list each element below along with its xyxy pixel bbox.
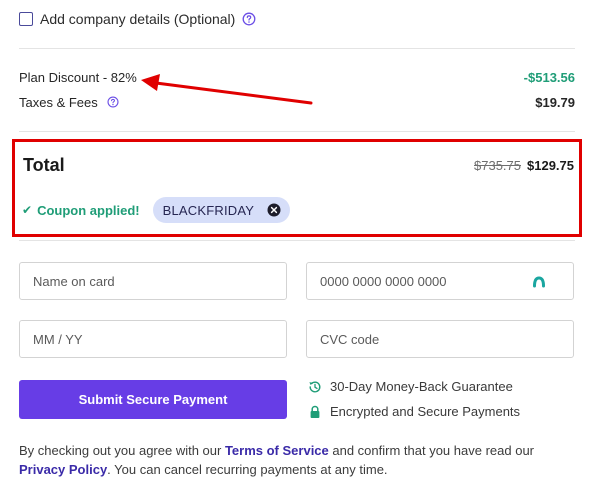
- taxes-row: Taxes & Fees $19.79: [19, 93, 575, 111]
- guarantee-money-back-text: 30-Day Money-Back Guarantee: [330, 379, 513, 394]
- cvc-field[interactable]: [306, 320, 574, 358]
- company-details-label[interactable]: Add company details (Optional): [40, 11, 235, 27]
- coupon-chip: BLACKFRIDAY: [152, 197, 291, 223]
- name-on-card-input[interactable]: [33, 273, 286, 289]
- legal-text: By checking out you agree with our Terms…: [19, 441, 575, 479]
- original-price: $735.75: [474, 158, 521, 173]
- privacy-policy-link[interactable]: Privacy Policy: [19, 462, 107, 477]
- final-price: $129.75: [527, 158, 574, 173]
- legal-suffix: . You can cancel recurring payments at a…: [107, 462, 388, 477]
- expiry-input[interactable]: [33, 331, 286, 347]
- cvc-input[interactable]: [320, 331, 573, 347]
- coupon-status: Coupon applied!: [37, 202, 140, 218]
- company-details-row[interactable]: Add company details (Optional): [19, 10, 256, 28]
- question-circle-icon[interactable]: [107, 96, 119, 108]
- total-annotation-box: Total $735.75 $129.75 ✔ Coupon applied! …: [12, 139, 582, 237]
- legal-middle: and confirm that you have read our: [328, 443, 534, 458]
- company-details-checkbox[interactable]: [19, 12, 33, 26]
- card-brand-icon: [533, 275, 545, 288]
- discount-amount: -$513.56: [523, 69, 575, 85]
- question-circle-icon[interactable]: [242, 12, 256, 26]
- total-label: Total: [23, 155, 65, 175]
- discount-row: Plan Discount - 82% -$513.56: [19, 68, 575, 86]
- divider-top: [19, 48, 575, 49]
- taxes-amount: $19.79: [535, 94, 575, 110]
- legal-prefix: By checking out you agree with our: [19, 443, 225, 458]
- discount-label: Plan Discount - 82%: [19, 69, 137, 85]
- divider-middle: [19, 131, 575, 132]
- divider-bottom: [19, 240, 575, 241]
- name-on-card-field[interactable]: [19, 262, 287, 300]
- check-icon: ✔: [22, 203, 33, 217]
- taxes-label-group: Taxes & Fees: [19, 95, 119, 110]
- total-prices: $735.75 $129.75: [474, 158, 574, 173]
- guarantee-secure-text: Encrypted and Secure Payments: [330, 404, 521, 419]
- lock-icon: [308, 405, 322, 419]
- guarantee-secure: Encrypted and Secure Payments: [308, 404, 520, 419]
- taxes-label: Taxes & Fees: [19, 94, 98, 110]
- guarantee-money-back: 30-Day Money-Back Guarantee: [308, 379, 513, 394]
- submit-payment-button[interactable]: Submit Secure Payment: [19, 380, 287, 419]
- history-clock-icon: [308, 380, 322, 394]
- coupon-code: BLACKFRIDAY: [162, 202, 255, 218]
- terms-of-service-link[interactable]: Terms of Service: [225, 443, 329, 458]
- coupon-row: ✔ Coupon applied! BLACKFRIDAY: [22, 197, 291, 223]
- close-circle-icon[interactable]: [267, 203, 281, 217]
- card-number-field[interactable]: [306, 262, 574, 300]
- expiry-field[interactable]: [19, 320, 287, 358]
